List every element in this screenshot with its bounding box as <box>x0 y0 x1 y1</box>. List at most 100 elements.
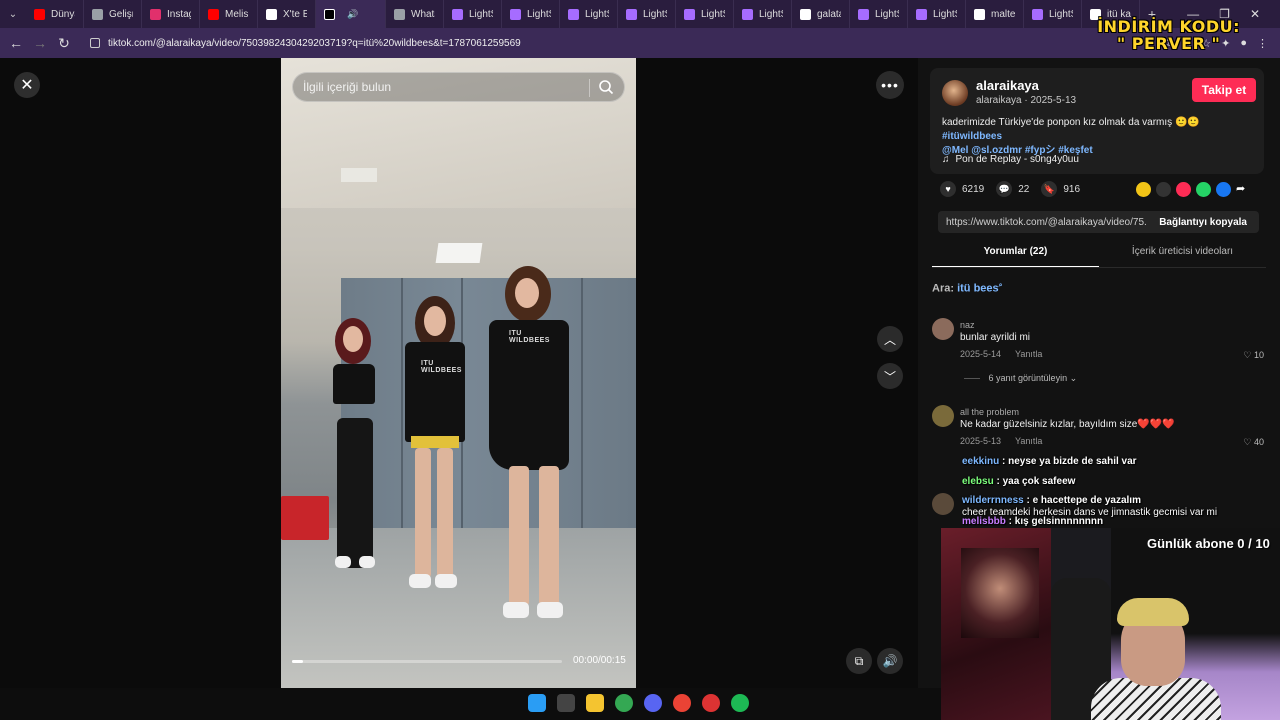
discord-icon[interactable] <box>644 694 662 712</box>
tab-comments[interactable]: Yorumlar (22) <box>932 246 1099 268</box>
browser-tab[interactable]: galatas <box>792 0 850 28</box>
avatar[interactable] <box>942 80 968 106</box>
follow-button[interactable]: Takip et <box>1192 78 1256 102</box>
tab-search-button[interactable]: ⌄ <box>0 0 26 28</box>
browser-tab[interactable]: X'te Esp <box>258 0 316 28</box>
author-handle: alaraikaya <box>976 95 1022 106</box>
browser-tab[interactable]: 🔊 <box>316 0 386 28</box>
chat-user: melisbbb <box>962 516 1006 527</box>
profile-icon[interactable]: ● <box>1240 37 1247 49</box>
comment-like-button[interactable]: ♡ 40 <box>1243 437 1264 448</box>
recorder-icon[interactable] <box>702 694 720 712</box>
commenter-name[interactable]: all the problem <box>960 407 1019 417</box>
commenter-avatar[interactable] <box>932 318 954 340</box>
browser-tab[interactable]: LightSh <box>1024 0 1082 28</box>
share-link-box: https://www.tiktok.com/@alaraikaya/video… <box>938 211 1259 233</box>
related-search[interactable]: Ara: itü bees⌕ <box>932 282 1003 295</box>
hashtag[interactable]: #itüwildbees <box>942 131 1002 142</box>
like-count: 6219 <box>962 183 985 195</box>
browser-tab[interactable]: Melis F <box>200 0 258 28</box>
browser-tab[interactable]: Instagr <box>142 0 200 28</box>
tab-title: LightSh <box>933 8 957 20</box>
commenter-avatar[interactable] <box>932 493 954 515</box>
music-link[interactable]: ♫ Pon de Replay - s0ng4y0uu <box>942 154 1079 165</box>
volume-icon[interactable]: 🔊 <box>877 648 903 674</box>
browser-tab[interactable]: LightSh <box>618 0 676 28</box>
chat-user: elebsu <box>962 476 994 487</box>
commenter-avatar[interactable] <box>932 405 954 427</box>
save-button[interactable]: 🔖 916 <box>1041 181 1080 197</box>
back-icon[interactable]: ← <box>4 35 28 51</box>
save-count: 916 <box>1063 183 1081 195</box>
file-explorer-icon[interactable] <box>586 694 604 712</box>
url-field[interactable]: tiktok.com/@alaraikaya/video/75039824304… <box>82 32 1163 54</box>
floating-player-icon[interactable]: ⧉ <box>846 648 872 674</box>
comment-count: 22 <box>1018 183 1030 195</box>
author-username[interactable]: alaraikaya <box>976 78 1039 93</box>
spotify-icon[interactable] <box>731 694 749 712</box>
more-options-icon[interactable]: ••• <box>876 71 904 99</box>
like-button[interactable]: ♥ 6219 <box>940 181 984 197</box>
close-window-icon[interactable]: ✕ <box>1250 7 1260 21</box>
browser-tab[interactable]: LightSh <box>676 0 734 28</box>
menu-icon[interactable]: ⋮ <box>1257 37 1268 50</box>
commenter-name[interactable]: naz <box>960 320 975 330</box>
chrome-icon[interactable] <box>615 694 633 712</box>
forward-icon[interactable]: → <box>28 35 52 51</box>
browser-tab[interactable]: LightSh <box>502 0 560 28</box>
whatsapp-icon[interactable] <box>1196 182 1211 197</box>
reload-icon[interactable]: ↻ <box>52 35 76 52</box>
tab-title: LightSh <box>643 8 667 20</box>
browser-tab[interactable]: maltep <box>966 0 1024 28</box>
paper-plane-icon[interactable] <box>1176 182 1191 197</box>
tab-title: Dünya <box>51 8 75 20</box>
search-small-icon: ⌕ <box>998 282 1003 289</box>
browser-tab[interactable]: LightSh <box>560 0 618 28</box>
tab-audio-icon[interactable]: 🔊 <box>347 9 358 20</box>
site-info-icon[interactable] <box>90 38 100 48</box>
copy-link-button[interactable]: Bağlantıyı kopyala <box>1147 217 1259 228</box>
tab-title: LightSh <box>585 8 609 20</box>
browser-tab[interactable]: Dünya <box>26 0 84 28</box>
browser-tab[interactable]: LightSh <box>734 0 792 28</box>
facebook-icon[interactable] <box>1216 182 1231 197</box>
coin-icon[interactable] <box>1136 182 1151 197</box>
browser-tab[interactable]: LightSh <box>850 0 908 28</box>
view-replies-button[interactable]: 6 yanıt görüntüleyin ⌄ <box>964 373 1078 384</box>
author-meta: alaraikaya · 2025-5-13 <box>976 95 1077 106</box>
next-video-icon[interactable]: ﹀ <box>877 363 903 389</box>
locker-seam <box>401 278 403 538</box>
close-icon[interactable]: ✕ <box>14 72 40 98</box>
comment-button[interactable]: 💬 22 <box>996 181 1029 197</box>
embed-icon[interactable] <box>1156 182 1171 197</box>
tiktok-icon <box>324 8 335 20</box>
browser-tab[interactable]: WhatsA <box>386 0 444 28</box>
google-icon <box>974 8 985 20</box>
tab-title: Gelişm <box>109 8 133 20</box>
video-progress-bar[interactable] <box>292 660 562 663</box>
tab-title: LightSh <box>701 8 725 20</box>
browser-tab[interactable]: Gelişm <box>84 0 142 28</box>
pen-icon <box>916 8 927 20</box>
tab-creator-videos[interactable]: İçerik üreticisi videoları <box>1099 246 1266 268</box>
browser-tab[interactable]: LightSh <box>908 0 966 28</box>
chrome-icon[interactable] <box>673 694 691 712</box>
related-search-input[interactable]: İlgili içeriği bulun <box>292 72 625 102</box>
video-player[interactable]: ITU WILDBEES ITU WILDBEES <box>281 58 636 688</box>
reply-button[interactable]: Yanıtla <box>1015 436 1042 446</box>
search-term[interactable]: itü bees <box>957 283 999 295</box>
youtube-icon <box>208 8 219 20</box>
share-more-icon[interactable]: ➦ <box>1236 182 1245 197</box>
comment-like-button[interactable]: ♡ 10 <box>1243 350 1264 361</box>
share-link-text[interactable]: https://www.tiktok.com/@alaraikaya/video… <box>938 217 1147 228</box>
reply-button[interactable]: Yanıtla <box>1015 349 1042 359</box>
search-icon[interactable] <box>557 694 575 712</box>
stream-chat-line: elebsu : yaa çok safeew <box>962 476 1076 487</box>
promo-code-overlay: İNDİRİM KODU: " PERVER " <box>1097 17 1240 53</box>
browser-tab[interactable]: LightSh <box>444 0 502 28</box>
search-icon[interactable] <box>598 79 614 95</box>
previous-video-icon[interactable]: ︿ <box>877 326 903 352</box>
search-prefix: Ara: <box>932 282 955 295</box>
windows-start-icon[interactable] <box>528 694 546 712</box>
ceiling-light <box>341 168 377 182</box>
